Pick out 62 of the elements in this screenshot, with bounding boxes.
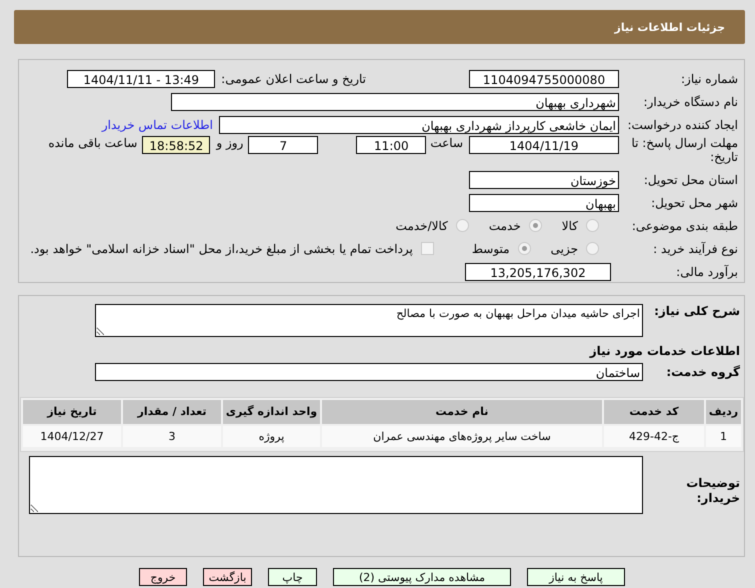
- announce-date-field: 1404/11/11 - 13:49: [67, 70, 216, 88]
- field-label: طبقه بندی موضوعی:: [630, 218, 738, 232]
- field-label: نوع فرآیند خرید :: [652, 242, 738, 256]
- radio-button[interactable]: [528, 219, 542, 232]
- payment-note: پرداخت تمام یا بخشی از مبلغ خرید،از محل "اسناد خزانه اسلامی" خواهد بود.: [30, 242, 413, 256]
- buyer-org-field: شهرداری بهبهان: [171, 92, 619, 110]
- column-header: تاریخ نیاز: [23, 400, 121, 424]
- field-label: شهر محل تحویل:: [650, 196, 738, 210]
- column-header: ردیف: [706, 400, 741, 424]
- page-title: جزئیات اطلاعات نیاز: [614, 20, 725, 34]
- days-field: 7: [248, 136, 318, 154]
- radio-label: کالا: [562, 218, 578, 232]
- table-cell: 1404/12/27: [23, 426, 121, 447]
- table-cell: ج-42-429: [604, 426, 704, 447]
- field-label: گروه خدمت:: [665, 364, 741, 378]
- field-label: شماره نیاز:: [680, 72, 738, 86]
- description-field[interactable]: اجرای حاشیه میدان مراحل بهبهان به صورت با مصالح: [95, 304, 643, 337]
- field-label: توضیحات خریدار:: [685, 476, 741, 506]
- province-field: خوزستان: [469, 170, 619, 188]
- table-cell: 1: [706, 426, 741, 447]
- field-label: برآورد مالی:: [675, 264, 738, 278]
- radio-button[interactable]: [586, 242, 599, 255]
- buyer-contact-link[interactable]: اطلاعات تماس خریدار: [102, 118, 213, 132]
- need-number-field: 1104094755000080: [469, 70, 619, 88]
- radio-label: خدمت: [488, 218, 521, 232]
- table-cell: ساخت سایر پروژه‌های مهندسی عمران: [322, 426, 602, 447]
- remaining-time-field: 18:58:52: [142, 136, 210, 154]
- action-button[interactable]: پاسخ به نیاز: [527, 568, 625, 586]
- action-button[interactable]: خروج: [139, 568, 187, 586]
- checkbox[interactable]: [420, 242, 434, 255]
- requester-field: ایمان خاشعی کارپرداز شهرداری بهبهان: [219, 116, 619, 134]
- radio-label: جزیی: [550, 242, 578, 256]
- table-cell: 3: [123, 426, 221, 447]
- column-header: واحد اندازه گیری: [223, 400, 320, 424]
- radio-button[interactable]: [586, 219, 599, 232]
- field-label: ایجاد کننده درخواست:: [626, 118, 738, 132]
- table-cell: پروژه: [223, 426, 320, 447]
- action-button[interactable]: بازگشت: [203, 568, 252, 586]
- column-header: تعداد / مقدار: [123, 400, 221, 424]
- radio-label: کالا/خدمت: [396, 218, 448, 232]
- field-label: مهلت ارسال پاسخ: تا تاریخ:: [630, 136, 738, 164]
- field-label: روز و: [216, 136, 244, 150]
- field-label: شرح کلی نیاز:: [653, 304, 741, 318]
- field-label: استان محل تحویل:: [642, 172, 738, 186]
- radio-label: متوسط: [472, 242, 510, 256]
- column-header: نام خدمت: [322, 400, 602, 424]
- service-group-field: ساختمان: [95, 362, 643, 380]
- deadline-time-field: 11:00: [356, 136, 426, 154]
- buyer-notes-field[interactable]: [29, 456, 643, 514]
- city-field: بهبهان: [469, 194, 619, 212]
- action-button[interactable]: مشاهده مدارک پیوستی (2): [333, 568, 511, 586]
- section-heading: اطلاعات خدمات مورد نیاز: [590, 344, 741, 358]
- field-label: تاریخ و ساعت اعلان عمومی:: [221, 72, 366, 86]
- radio-button[interactable]: [456, 219, 469, 232]
- budget-field: 13,205,176,302: [465, 262, 611, 280]
- deadline-date-field: 1404/11/19: [469, 136, 619, 154]
- field-label: نام دستگاه خریدار:: [642, 94, 738, 108]
- column-header: کد خدمت: [604, 400, 704, 424]
- field-label: ساعت باقی مانده: [48, 136, 138, 150]
- field-label: ساعت: [430, 136, 463, 150]
- action-button[interactable]: چاپ: [268, 568, 317, 586]
- radio-button[interactable]: [518, 242, 531, 255]
